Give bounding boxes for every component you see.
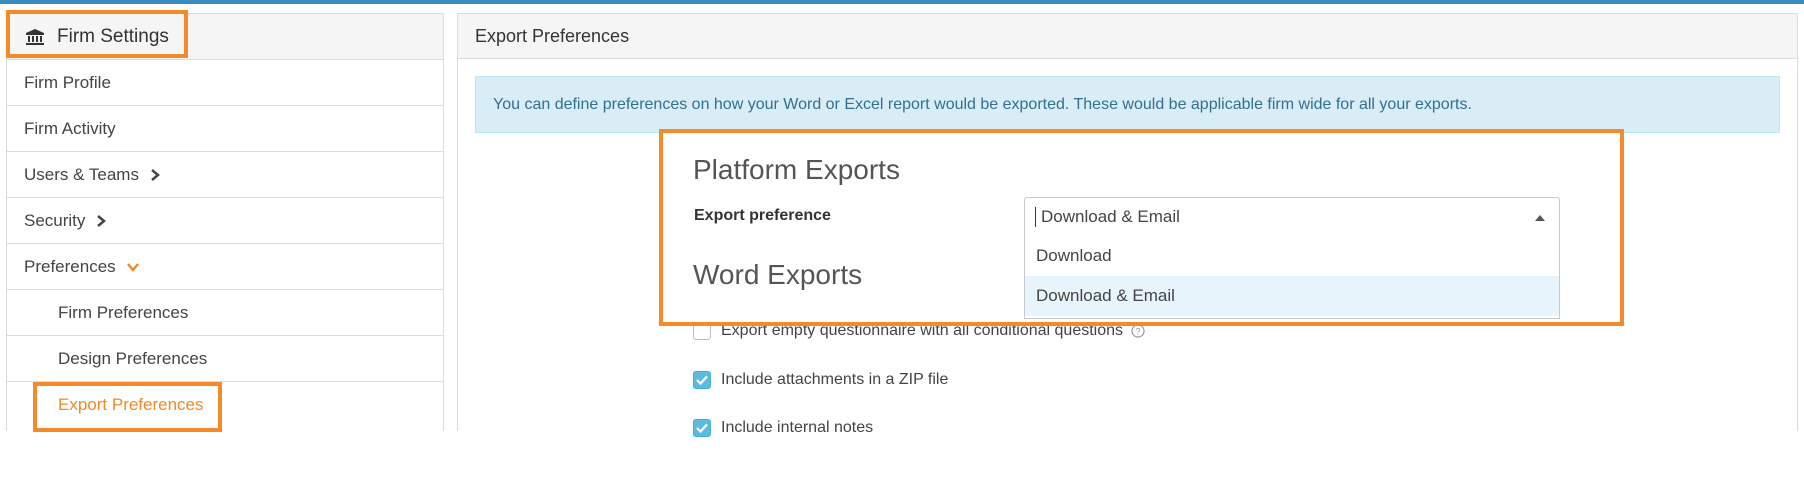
select-value: Download & Email — [1041, 207, 1180, 226]
info-alert: You can define preferences on how your W… — [475, 76, 1780, 133]
checkmark-icon — [696, 375, 708, 385]
sidebar-item-security[interactable]: Security — [7, 198, 443, 244]
sidebar-item-label: Preferences — [24, 256, 116, 276]
sidebar-item-label: Firm Profile — [24, 72, 111, 92]
sidebar-title: Firm Settings — [57, 25, 169, 47]
word-exports-title: Word Exports — [693, 259, 863, 290]
checkbox-label: Export empty questionnaire with all cond… — [721, 322, 1124, 339]
sidebar-item-firm-profile[interactable]: Firm Profile — [7, 60, 443, 106]
sidebar-item-label: Design Preferences — [58, 348, 208, 368]
checkbox-label: Include internal notes — [721, 419, 874, 436]
sidebar-item-firm-preferences[interactable]: Firm Preferences — [7, 290, 443, 336]
sidebar-item-label: Security — [24, 210, 86, 230]
platform-exports-title: Platform Exports — [693, 154, 900, 185]
checkbox-label: Include attachments in a ZIP file — [721, 371, 949, 388]
sidebar-item-design-preferences[interactable]: Design Preferences — [7, 336, 443, 382]
chevron-right-icon — [151, 168, 160, 181]
sidebar-item-label: Users & Teams — [24, 164, 139, 184]
check-row-empty-questionnaire[interactable]: Export empty questionnaire with all cond… — [693, 322, 1145, 340]
svg-text:?: ? — [1136, 327, 1141, 337]
sidebar-item-preferences[interactable]: Preferences — [7, 244, 443, 290]
sidebar-item-users-teams[interactable]: Users & Teams — [7, 152, 443, 198]
sidebar-item-label: Export Preferences — [58, 395, 204, 414]
info-text: You can define preferences on how your W… — [493, 95, 1472, 113]
bank-icon — [26, 28, 44, 45]
export-preference-dropdown: Download Download & Email — [1024, 236, 1560, 319]
sidebar-header: Firm Settings — [7, 14, 443, 60]
export-preference-select[interactable]: Download & Email — [1024, 197, 1560, 237]
option-download-email[interactable]: Download & Email — [1025, 276, 1559, 316]
chevron-down-icon — [126, 262, 139, 272]
sidebar-item-export-preferences[interactable]: Export Preferences — [7, 382, 443, 428]
check-row-internal-notes[interactable]: Include internal notes — [693, 419, 873, 437]
main-panel: Export Preferences You can define prefer… — [457, 13, 1798, 437]
chevron-right-icon — [97, 214, 107, 227]
page-title: Export Preferences — [458, 14, 1797, 59]
caret-up-icon — [1535, 215, 1545, 221]
checkbox-zip-attachments[interactable] — [693, 371, 711, 389]
sidebar-item-label: Firm Activity — [24, 118, 116, 138]
checkbox-empty-questionnaire[interactable] — [693, 322, 711, 340]
sidebar-item-label: Firm Preferences — [58, 302, 189, 322]
option-download[interactable]: Download — [1025, 236, 1559, 276]
sidebar-item-firm-activity[interactable]: Firm Activity — [7, 106, 443, 152]
top-strip — [0, 0, 1804, 4]
text-caret — [1035, 207, 1036, 227]
checkbox-internal-notes[interactable] — [693, 419, 711, 437]
check-row-zip-attachments[interactable]: Include attachments in a ZIP file — [693, 371, 948, 389]
sidebar: Firm Settings Firm Profile Firm Activity… — [6, 13, 444, 431]
help-icon[interactable]: ? — [1131, 324, 1145, 338]
export-preference-label: Export preference — [694, 207, 831, 224]
checkmark-icon — [696, 423, 708, 433]
